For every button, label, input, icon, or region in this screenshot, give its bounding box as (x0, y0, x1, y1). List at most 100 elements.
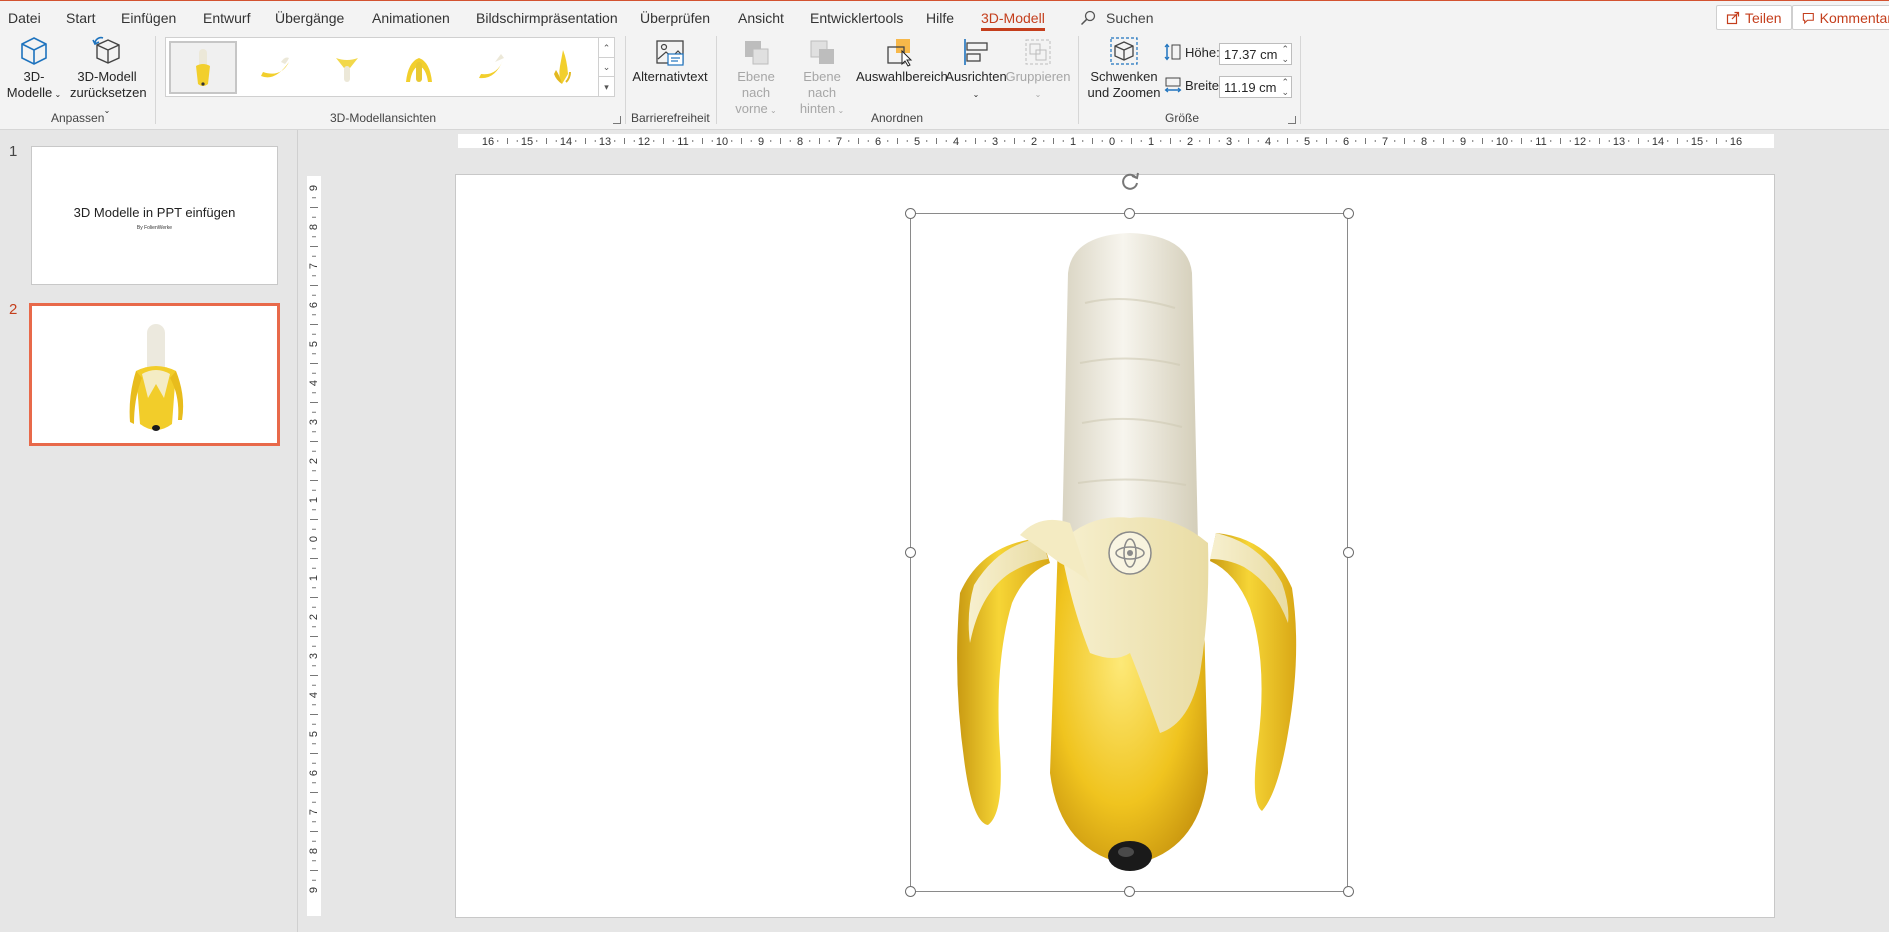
tab-entwicklertools[interactable]: Entwicklertools (810, 8, 903, 28)
ruler-tick-label: 10 (716, 136, 728, 148)
gallery-expand[interactable]: ▾ (598, 76, 614, 97)
alt-text-label: Alternativtext (632, 69, 708, 84)
group-label-arrange: Anordnen (871, 111, 924, 125)
height-label-wrap: Höhe: (1164, 43, 1220, 61)
gallery-scroll-down[interactable]: ⌄ (598, 57, 614, 77)
align-button[interactable]: Ausrichten ⌄ (944, 37, 1008, 103)
ruler-tick-label: 3 (308, 653, 320, 659)
reset-3d-model-button[interactable]: 3D-Modell zurücksetzen ⌄ (70, 35, 147, 119)
ruler-tick-label: 3 (1226, 136, 1232, 148)
3d-model-views-gallery[interactable]: ⌃ ⌄ ▾ (165, 37, 615, 97)
width-input[interactable]: 11.19 cm ⌃ ⌄ (1219, 76, 1292, 98)
reset-cube-icon (92, 36, 120, 64)
width-spinner[interactable]: ⌃ ⌄ (1281, 77, 1289, 97)
width-label: Breite: (1185, 77, 1223, 93)
tab-datei[interactable]: Datei (8, 8, 41, 28)
slide-thumbnail-2[interactable] (29, 303, 280, 446)
ruler-tick-label: 1 (308, 497, 320, 503)
rotate-handle-icon[interactable] (1119, 170, 1141, 192)
ruler-tick-label: 5 (1304, 136, 1310, 148)
view-thumb-left[interactable] (241, 41, 309, 94)
align-icon (964, 39, 988, 65)
share-icon (1726, 11, 1740, 24)
chevron-down-icon: ⌄ (767, 106, 777, 115)
resize-handle-top-right[interactable] (1343, 208, 1354, 219)
bring-forward-label-2: vorne (735, 101, 768, 116)
height-input[interactable]: 17.37 cm ⌃ ⌄ (1219, 43, 1292, 65)
ruler-tick-label: 2 (308, 614, 320, 620)
ruler-tick-label: 6 (308, 302, 320, 308)
tab-bildschirmpraesentation[interactable]: Bildschirmpräsentation (476, 8, 618, 28)
chevron-down-icon: ⌄ (103, 106, 111, 115)
group-button[interactable]: Gruppieren ⌄ (1004, 37, 1072, 103)
ruler-tick-label: 4 (1265, 136, 1271, 148)
ruler-tick-label: 16 (482, 136, 494, 148)
slide-2-preview-banana (129, 324, 184, 431)
ruler-tick-label: 16 (1730, 136, 1742, 148)
resize-handle-left[interactable] (905, 547, 916, 558)
chevron-down-icon: ⌄ (1034, 90, 1042, 99)
ruler-tick-label: 3 (308, 419, 320, 425)
dialog-launcher-icon[interactable] (1288, 116, 1296, 124)
ruler-tick-label: 12 (1574, 136, 1586, 148)
slide-thumbnail-pane: 1 3D Modelle in PPT einfügen By FolienWe… (0, 130, 298, 932)
view-thumb-right[interactable] (457, 41, 525, 94)
ruler-tick-label: 8 (308, 848, 320, 854)
resize-handle-bottom[interactable] (1124, 886, 1135, 897)
tab-ansicht[interactable]: Ansicht (738, 8, 784, 28)
group-separator (716, 36, 717, 124)
tab-entwurf[interactable]: Entwurf (203, 8, 250, 28)
ruler-tick-label: 4 (308, 692, 320, 698)
reset-label-line1: 3D-Modell (77, 69, 137, 84)
search-icon (1080, 10, 1096, 26)
tab-hilfe[interactable]: Hilfe (926, 8, 954, 28)
share-label: Teilen (1745, 9, 1782, 26)
resize-handle-right[interactable] (1343, 547, 1354, 558)
ruler-tick-label: 7 (836, 136, 842, 148)
alt-text-button[interactable]: Alternativtext (632, 39, 708, 85)
send-backward-button[interactable]: Ebene nach hinten ⌄ (788, 37, 856, 119)
share-button[interactable]: Teilen (1716, 5, 1792, 30)
align-label: Ausrichten (945, 69, 1007, 84)
resize-handle-top[interactable] (1124, 208, 1135, 219)
ruler-tick-label: 7 (308, 809, 320, 815)
pan-zoom-button[interactable]: Schwenken und Zoomen (1084, 35, 1164, 101)
tab-3d-modell[interactable]: 3D-Modell (973, 4, 1053, 34)
tab-start[interactable]: Start (66, 8, 96, 28)
search-box[interactable]: Suchen (1080, 7, 1153, 29)
ruler-tick-label: 3 (992, 136, 998, 148)
ruler-tick-label: 4 (953, 136, 959, 148)
banana-right-icon (479, 53, 504, 78)
view-thumb-top[interactable] (313, 41, 381, 94)
3d-rotate-control-icon[interactable] (1107, 530, 1153, 576)
view-thumb-bottom[interactable] (529, 41, 597, 94)
ruler-tick-label: 1 (1070, 136, 1076, 148)
width-label-wrap: Breite: (1164, 76, 1223, 94)
group-label-size: Größe (1165, 111, 1200, 125)
ruler-tick-label: 0 (308, 536, 320, 542)
resize-handle-bottom-left[interactable] (905, 886, 916, 897)
tab-einfuegen[interactable]: Einfügen (121, 8, 176, 28)
dialog-launcher-icon[interactable] (613, 116, 621, 124)
powerpoint-window: Datei Start Einfügen Entwurf Übergänge A… (0, 0, 1889, 932)
send-backward-label-2: hinten (799, 101, 836, 116)
comments-button[interactable]: Kommentar (1792, 5, 1889, 30)
slide-thumbnail-1[interactable]: 3D Modelle in PPT einfügen By FolienWerk… (31, 146, 278, 285)
selection-pane-button[interactable]: Auswahlbereich (856, 37, 948, 85)
gallery-scroll-up[interactable]: ⌃ (598, 38, 614, 58)
ruler-tick-label: 7 (1382, 136, 1388, 148)
height-spinner[interactable]: ⌃ ⌄ (1281, 44, 1289, 64)
tab-ueberpruefen[interactable]: Überprüfen (640, 8, 710, 28)
pan-zoom-label-2: und Zoomen (1087, 85, 1161, 100)
resize-handle-top-left[interactable] (905, 208, 916, 219)
3d-models-button[interactable]: 3D- Modelle ⌄ (6, 35, 62, 103)
view-thumb-back[interactable] (385, 41, 453, 94)
tab-uebergaenge[interactable]: Übergänge (275, 8, 344, 28)
slide-1-subtitle: By FolienWerke (136, 225, 173, 231)
bring-forward-icon (745, 41, 769, 65)
view-thumb-front[interactable] (169, 41, 237, 94)
resize-handle-bottom-right[interactable] (1343, 886, 1354, 897)
bring-forward-button[interactable]: Ebene nach vorne ⌄ (722, 37, 790, 119)
tab-animationen[interactable]: Animationen (372, 8, 450, 28)
chevron-down-icon: ⌄ (972, 90, 980, 99)
